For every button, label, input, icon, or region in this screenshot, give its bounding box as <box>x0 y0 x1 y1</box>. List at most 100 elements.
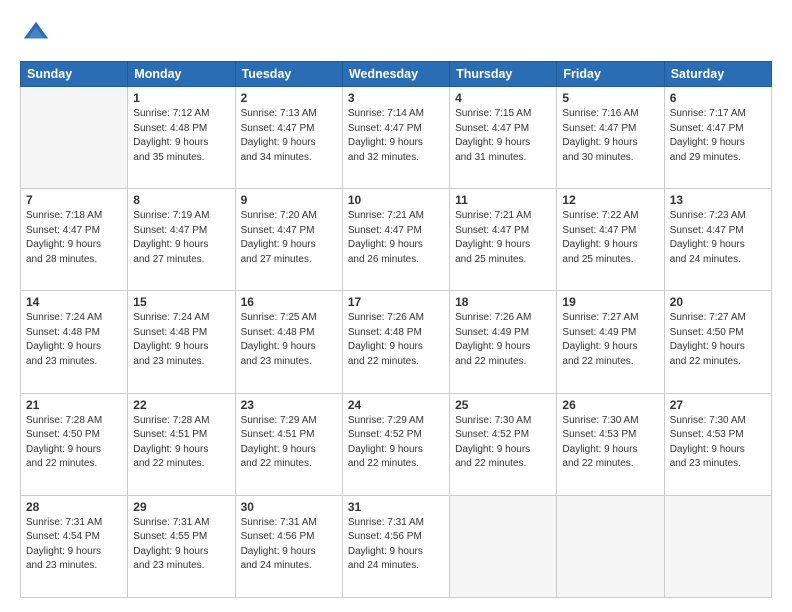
day-number: 19 <box>562 295 658 309</box>
day-info: Sunrise: 7:26 AMSunset: 4:49 PMDaylight:… <box>455 311 551 369</box>
day-info: Sunrise: 7:31 AMSunset: 4:54 PMDaylight:… <box>26 516 122 574</box>
calendar-cell: 18 Sunrise: 7:26 AMSunset: 4:49 PMDayligh… <box>450 291 557 393</box>
weekday-header: Saturday <box>664 62 771 87</box>
day-info: Sunrise: 7:27 AMSunset: 4:50 PMDaylight:… <box>670 311 766 369</box>
calendar-cell <box>557 495 664 597</box>
calendar-cell <box>450 495 557 597</box>
calendar-cell: 19 Sunrise: 7:27 AMSunset: 4:49 PMDayligh… <box>557 291 664 393</box>
day-info: Sunrise: 7:21 AMSunset: 4:47 PMDaylight:… <box>348 209 444 267</box>
day-number: 5 <box>562 91 658 105</box>
day-info: Sunrise: 7:30 AMSunset: 4:53 PMDaylight:… <box>562 414 658 472</box>
page: SundayMondayTuesdayWednesdayThursdayFrid… <box>0 0 792 612</box>
day-number: 4 <box>455 91 551 105</box>
day-number: 22 <box>133 398 229 412</box>
day-info: Sunrise: 7:12 AMSunset: 4:48 PMDaylight:… <box>133 107 229 165</box>
day-info: Sunrise: 7:13 AMSunset: 4:47 PMDaylight:… <box>241 107 337 165</box>
day-info: Sunrise: 7:31 AMSunset: 4:55 PMDaylight:… <box>133 516 229 574</box>
day-info: Sunrise: 7:31 AMSunset: 4:56 PMDaylight:… <box>348 516 444 574</box>
header <box>20 18 772 51</box>
day-number: 1 <box>133 91 229 105</box>
day-number: 6 <box>670 91 766 105</box>
calendar-cell: 14 Sunrise: 7:24 AMSunset: 4:48 PMDayligh… <box>21 291 128 393</box>
day-number: 3 <box>348 91 444 105</box>
day-info: Sunrise: 7:30 AMSunset: 4:53 PMDaylight:… <box>670 414 766 472</box>
day-info: Sunrise: 7:28 AMSunset: 4:51 PMDaylight:… <box>133 414 229 472</box>
weekday-header: Sunday <box>21 62 128 87</box>
calendar-cell: 31 Sunrise: 7:31 AMSunset: 4:56 PMDayligh… <box>342 495 449 597</box>
day-number: 8 <box>133 193 229 207</box>
weekday-header: Monday <box>128 62 235 87</box>
weekday-header: Tuesday <box>235 62 342 87</box>
calendar-cell: 5 Sunrise: 7:16 AMSunset: 4:47 PMDaylight… <box>557 87 664 189</box>
calendar-cell: 16 Sunrise: 7:25 AMSunset: 4:48 PMDayligh… <box>235 291 342 393</box>
day-number: 30 <box>241 500 337 514</box>
day-number: 18 <box>455 295 551 309</box>
day-info: Sunrise: 7:19 AMSunset: 4:47 PMDaylight:… <box>133 209 229 267</box>
day-info: Sunrise: 7:28 AMSunset: 4:50 PMDaylight:… <box>26 414 122 472</box>
day-info: Sunrise: 7:23 AMSunset: 4:47 PMDaylight:… <box>670 209 766 267</box>
day-info: Sunrise: 7:26 AMSunset: 4:48 PMDaylight:… <box>348 311 444 369</box>
calendar-cell: 25 Sunrise: 7:30 AMSunset: 4:52 PMDayligh… <box>450 393 557 495</box>
day-info: Sunrise: 7:15 AMSunset: 4:47 PMDaylight:… <box>455 107 551 165</box>
calendar-cell: 17Sunrise: 7:26 AMSunset: 4:48 PMDayligh… <box>342 291 449 393</box>
day-info: Sunrise: 7:22 AMSunset: 4:47 PMDaylight:… <box>562 209 658 267</box>
day-number: 16 <box>241 295 337 309</box>
calendar-cell: 12 Sunrise: 7:22 AMSunset: 4:47 PMDayligh… <box>557 189 664 291</box>
weekday-header: Thursday <box>450 62 557 87</box>
day-number: 14 <box>26 295 122 309</box>
calendar-cell <box>21 87 128 189</box>
day-info: Sunrise: 7:24 AMSunset: 4:48 PMDaylight:… <box>26 311 122 369</box>
calendar-cell: 4 Sunrise: 7:15 AMSunset: 4:47 PMDaylight… <box>450 87 557 189</box>
calendar-cell: 26 Sunrise: 7:30 AMSunset: 4:53 PMDayligh… <box>557 393 664 495</box>
day-number: 11 <box>455 193 551 207</box>
calendar-cell: 15 Sunrise: 7:24 AMSunset: 4:48 PMDayligh… <box>128 291 235 393</box>
day-number: 21 <box>26 398 122 412</box>
calendar-cell: 29 Sunrise: 7:31 AMSunset: 4:55 PMDayligh… <box>128 495 235 597</box>
calendar-cell: 11Sunrise: 7:21 AMSunset: 4:47 PMDayligh… <box>450 189 557 291</box>
calendar-cell: 27 Sunrise: 7:30 AMSunset: 4:53 PMDayligh… <box>664 393 771 495</box>
calendar-cell: 10 Sunrise: 7:21 AMSunset: 4:47 PMDayligh… <box>342 189 449 291</box>
day-info: Sunrise: 7:30 AMSunset: 4:52 PMDaylight:… <box>455 414 551 472</box>
day-info: Sunrise: 7:29 AMSunset: 4:52 PMDaylight:… <box>348 414 444 472</box>
day-number: 12 <box>562 193 658 207</box>
day-number: 29 <box>133 500 229 514</box>
logo-icon <box>22 18 50 46</box>
day-number: 2 <box>241 91 337 105</box>
day-info: Sunrise: 7:24 AMSunset: 4:48 PMDaylight:… <box>133 311 229 369</box>
calendar-cell: 30 Sunrise: 7:31 AMSunset: 4:56 PMDayligh… <box>235 495 342 597</box>
day-info: Sunrise: 7:29 AMSunset: 4:51 PMDaylight:… <box>241 414 337 472</box>
calendar-cell: 1 Sunrise: 7:12 AMSunset: 4:48 PMDaylight… <box>128 87 235 189</box>
day-info: Sunrise: 7:18 AMSunset: 4:47 PMDaylight:… <box>26 209 122 267</box>
calendar-cell: 28 Sunrise: 7:31 AMSunset: 4:54 PMDayligh… <box>21 495 128 597</box>
day-number: 10 <box>348 193 444 207</box>
calendar-cell: 21 Sunrise: 7:28 AMSunset: 4:50 PMDayligh… <box>21 393 128 495</box>
day-number: 28 <box>26 500 122 514</box>
day-number: 24 <box>348 398 444 412</box>
day-info: Sunrise: 7:31 AMSunset: 4:56 PMDaylight:… <box>241 516 337 574</box>
day-number: 7 <box>26 193 122 207</box>
day-number: 15 <box>133 295 229 309</box>
day-info: Sunrise: 7:16 AMSunset: 4:47 PMDaylight:… <box>562 107 658 165</box>
calendar-cell: 13 Sunrise: 7:23 AMSunset: 4:47 PMDayligh… <box>664 189 771 291</box>
calendar-cell: 3 Sunrise: 7:14 AMSunset: 4:47 PMDaylight… <box>342 87 449 189</box>
day-number: 27 <box>670 398 766 412</box>
day-info: Sunrise: 7:27 AMSunset: 4:49 PMDaylight:… <box>562 311 658 369</box>
day-info: Sunrise: 7:25 AMSunset: 4:48 PMDaylight:… <box>241 311 337 369</box>
day-number: 31 <box>348 500 444 514</box>
calendar-cell <box>664 495 771 597</box>
calendar-cell: 7 Sunrise: 7:18 AMSunset: 4:47 PMDaylight… <box>21 189 128 291</box>
day-number: 23 <box>241 398 337 412</box>
day-info: Sunrise: 7:14 AMSunset: 4:47 PMDaylight:… <box>348 107 444 165</box>
day-info: Sunrise: 7:17 AMSunset: 4:47 PMDaylight:… <box>670 107 766 165</box>
calendar-cell: 22 Sunrise: 7:28 AMSunset: 4:51 PMDayligh… <box>128 393 235 495</box>
weekday-header: Friday <box>557 62 664 87</box>
day-number: 13 <box>670 193 766 207</box>
calendar-cell: 9Sunrise: 7:20 AMSunset: 4:47 PMDaylight… <box>235 189 342 291</box>
calendar-cell: 20Sunrise: 7:27 AMSunset: 4:50 PMDayligh… <box>664 291 771 393</box>
calendar-cell: 24 Sunrise: 7:29 AMSunset: 4:52 PMDayligh… <box>342 393 449 495</box>
calendar-table: SundayMondayTuesdayWednesdayThursdayFrid… <box>20 61 772 598</box>
day-number: 9 <box>241 193 337 207</box>
day-number: 25 <box>455 398 551 412</box>
day-number: 26 <box>562 398 658 412</box>
logo <box>20 18 54 51</box>
